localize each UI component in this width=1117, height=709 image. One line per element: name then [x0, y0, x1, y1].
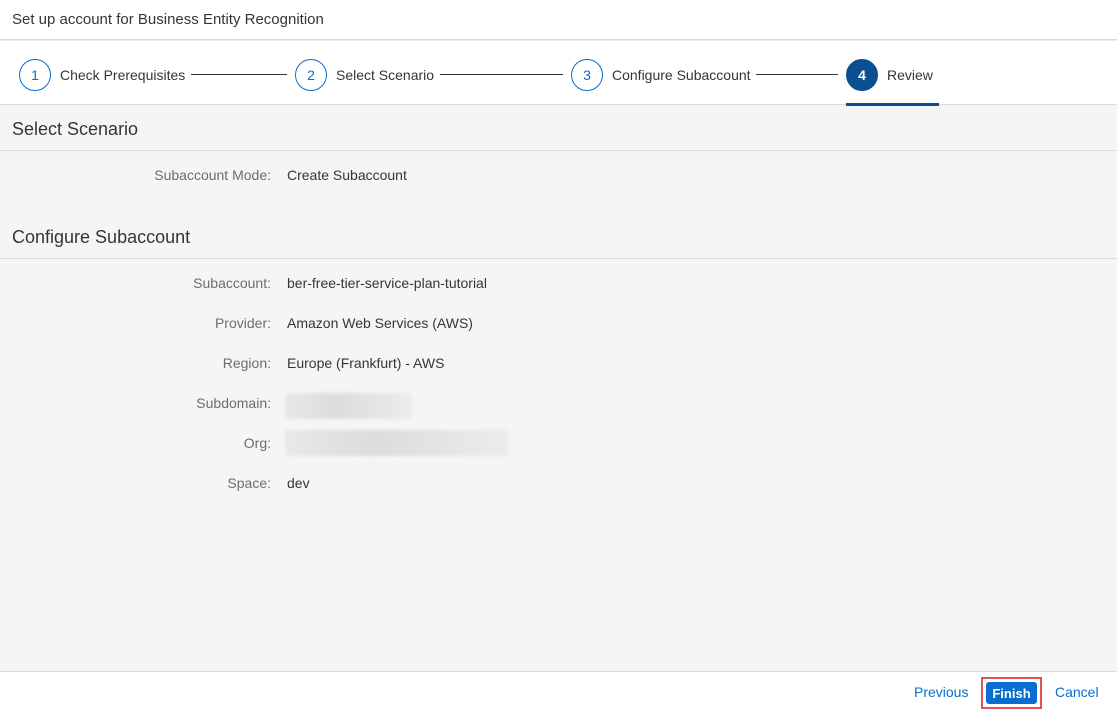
field-label-provider: Provider: — [214, 315, 271, 331]
section-title-configure-subaccount: Configure Subaccount — [12, 227, 191, 247]
section-divider — [0, 258, 1117, 259]
step-number-1: 1 — [19, 59, 51, 91]
section-title-select-scenario: Select Scenario — [12, 119, 139, 139]
step-label: Check Prerequisites — [60, 67, 186, 83]
step-connector — [756, 74, 838, 75]
finish-highlight: Finish — [981, 677, 1042, 709]
cancel-button[interactable]: Cancel — [1055, 684, 1099, 700]
field-label-subaccount-mode: Subaccount Mode: — [154, 167, 271, 183]
field-value-org-redacted — [285, 430, 509, 456]
active-step-indicator — [846, 103, 939, 106]
field-value-space: dev — [287, 475, 310, 491]
step-label: Configure Subaccount — [612, 67, 751, 83]
wizard-step-select-scenario[interactable]: 2 Select Scenario — [295, 59, 434, 91]
section-divider — [0, 150, 1117, 151]
finish-button[interactable]: Finish — [986, 682, 1037, 704]
field-value-region: Europe (Frankfurt) - AWS — [287, 355, 445, 371]
field-label-space: Space: — [227, 475, 271, 491]
step-label: Select Scenario — [336, 67, 435, 83]
field-value-subaccount: ber-free-tier-service-plan-tutorial — [287, 275, 487, 291]
field-label-subdomain: Subdomain: — [196, 395, 271, 411]
step-number-4: 4 — [846, 59, 878, 91]
dialog-header: Set up account for Business Entity Recog… — [0, 0, 1117, 40]
dialog-title: Set up account for Business Entity Recog… — [12, 11, 324, 28]
step-number-3: 3 — [571, 59, 603, 91]
step-number-2: 2 — [295, 59, 327, 91]
wizard-step-review[interactable]: 4 Review — [846, 59, 933, 91]
wizard-step-check-prerequisites[interactable]: 1 Check Prerequisites — [19, 59, 185, 91]
step-connector — [440, 74, 563, 75]
field-label-subaccount: Subaccount: — [193, 275, 271, 291]
field-label-region: Region: — [222, 355, 271, 371]
field-value-provider: Amazon Web Services (AWS) — [287, 315, 473, 331]
wizard-step-configure-subaccount[interactable]: 3 Configure Subaccount — [571, 59, 751, 91]
wizard-progress-bar: 1 Check Prerequisites 2 Select Scenario … — [0, 41, 1117, 106]
step-label: Review — [887, 67, 933, 83]
dialog-footer: Previous Finish Cancel — [0, 671, 1117, 709]
previous-button[interactable]: Previous — [914, 684, 968, 700]
field-value-subaccount-mode: Create Subaccount — [287, 167, 407, 183]
step-connector — [191, 74, 287, 75]
field-label-org: Org: — [243, 435, 271, 451]
field-value-subdomain-redacted — [285, 393, 412, 419]
